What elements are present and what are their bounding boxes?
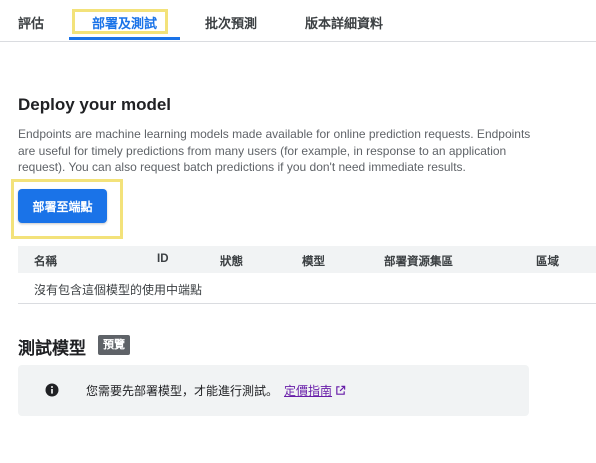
- column-header-name[interactable]: 名稱: [34, 253, 57, 269]
- test-notice-banner: 您需要先部署模型，才能進行測試。 定價指南: [18, 365, 529, 416]
- column-header-id[interactable]: ID: [157, 253, 169, 265]
- tab-evaluate[interactable]: 評估: [18, 13, 44, 32]
- deploy-to-endpoint-button[interactable]: 部署至端點: [18, 189, 107, 223]
- tab-bar: 評估 部署及測試 批次預測 版本詳細資料: [0, 0, 596, 42]
- model-deploy-page: 評估 部署及測試 批次預測 版本詳細資料 Deploy your model E…: [0, 0, 596, 463]
- pricing-guide-link[interactable]: 定價指南: [284, 384, 346, 398]
- preview-badge: 預覽: [98, 335, 130, 355]
- tab-batch-predictions[interactable]: 批次預測: [205, 13, 257, 32]
- deploy-description-line: Endpoints are machine learning models ma…: [18, 127, 531, 141]
- info-icon: [45, 383, 59, 397]
- tab-version-details[interactable]: 版本詳細資料: [305, 13, 383, 32]
- external-link-icon: [336, 385, 346, 395]
- deploy-description-line: request). You can also request batch pre…: [18, 160, 466, 174]
- column-header-model[interactable]: 模型: [302, 253, 325, 269]
- test-section-title: 測試模型: [18, 339, 86, 358]
- empty-table-message: 沒有包含這個模型的使用中端點: [34, 283, 203, 297]
- deploy-description-line: are useful for timely predictions from m…: [18, 143, 507, 158]
- deploy-description: Endpoints are machine learning models ma…: [18, 126, 538, 176]
- column-header-status[interactable]: 狀態: [220, 253, 243, 269]
- test-notice-text: 您需要先部署模型，才能進行測試。: [86, 384, 279, 398]
- deploy-section-title: Deploy your model: [18, 95, 172, 114]
- active-tab-indicator: [69, 37, 180, 40]
- column-header-resource-pool[interactable]: 部署資源集區: [384, 253, 453, 269]
- tab-deploy-and-test[interactable]: 部署及測試: [92, 13, 157, 32]
- pricing-guide-link-label: 定價指南: [284, 384, 333, 398]
- test-notice: 您需要先部署模型，才能進行測試。 定價指南: [86, 382, 346, 399]
- endpoints-table-header: 名稱 ID 狀態 模型 部署資源集區 區域: [18, 246, 596, 273]
- table-row: 沒有包含這個模型的使用中端點: [18, 273, 596, 304]
- column-header-region[interactable]: 區域: [536, 253, 559, 269]
